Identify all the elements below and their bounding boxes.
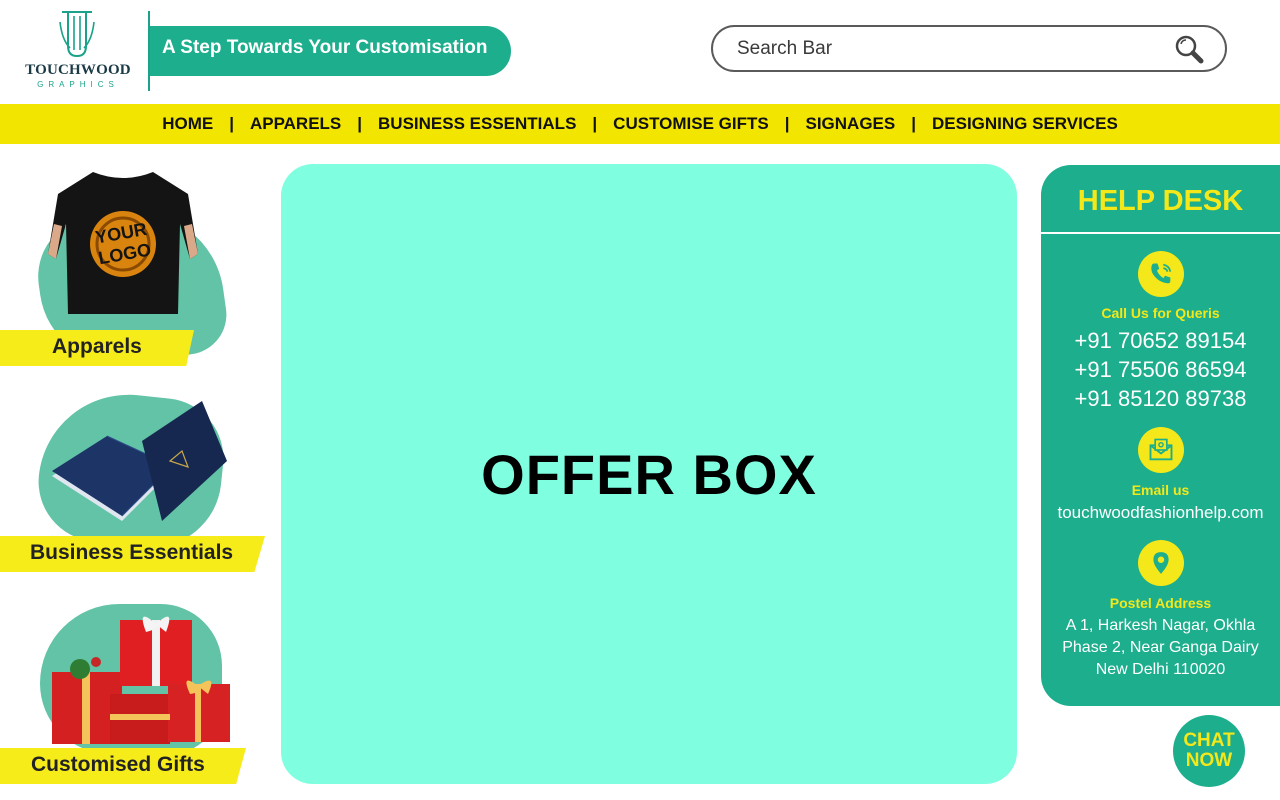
address-line: A 1, Harkesh Nagar, Okhla <box>1065 617 1256 634</box>
help-desk-title: HELP DESK <box>1077 185 1244 217</box>
nav-item-apparels[interactable]: APPARELS <box>250 114 341 134</box>
chat-label-line1: CHAT <box>1183 730 1235 751</box>
email-address[interactable]: touchwoodfashionhelp.com <box>1041 502 1280 524</box>
brand-subname: GRAPHICS <box>37 80 119 89</box>
search-input[interactable] <box>737 37 1157 61</box>
nav-separator: | <box>911 114 916 133</box>
brand-name: TOUCHWOOD <box>25 62 131 78</box>
help-desk-panel: HELP DESK Call Us for Queris +91 70652 8… <box>1041 165 1280 706</box>
category-apparels[interactable]: YOUR LOGO Apparels <box>0 160 240 374</box>
email-icon <box>1138 427 1184 473</box>
email-label: Email us <box>1131 482 1190 498</box>
category-business-essentials[interactable]: Business Essentials <box>0 385 270 575</box>
business-cards-image <box>52 401 227 521</box>
chat-now-button[interactable]: CHAT NOW <box>1173 715 1245 787</box>
location-pin-icon <box>1138 540 1184 586</box>
main-nav: HOME | APPARELS | BUSINESS ESSENTIALS | … <box>0 104 1280 144</box>
nav-item-home[interactable]: HOME <box>162 114 213 134</box>
logo-mark-icon <box>59 11 95 58</box>
phone-number[interactable]: +91 85120 89738 <box>1041 386 1280 412</box>
tagline-banner: A Step Towards Your Customisation <box>150 26 511 76</box>
tshirt-image: YOUR LOGO <box>48 172 198 314</box>
nav-separator: | <box>784 114 790 133</box>
search-bar[interactable] <box>711 25 1227 72</box>
phone-number[interactable]: +91 75506 86594 <box>1041 357 1280 383</box>
chat-label-line2: NOW <box>1185 750 1233 771</box>
gifts-image <box>52 616 230 744</box>
nav-separator: | <box>229 114 234 133</box>
offer-box[interactable]: OFFER BOX <box>281 164 1017 784</box>
nav-item-business-essentials[interactable]: BUSINESS ESSENTIALS <box>378 114 576 134</box>
address-line: New Delhi 110020 <box>1095 661 1226 678</box>
call-label: Call Us for Queris <box>1101 305 1220 321</box>
nav-item-designing-services[interactable]: DESIGNING SERVICES <box>932 114 1118 134</box>
nav-item-customise-gifts[interactable]: CUSTOMISE GIFTS <box>613 114 769 134</box>
phone-icon <box>1138 251 1184 297</box>
nav-separator: | <box>592 114 598 133</box>
nav-item-signages[interactable]: SIGNAGES <box>805 114 895 134</box>
category-label[interactable]: Apparels <box>0 330 194 366</box>
nav-separator: | <box>357 114 363 133</box>
offer-title: OFFER BOX <box>481 442 817 506</box>
help-desk-divider <box>1041 232 1280 234</box>
search-icon[interactable] <box>1173 33 1205 65</box>
category-label[interactable]: Customised Gifts <box>0 748 246 784</box>
brand-logo[interactable]: TOUCHWOOD GRAPHICS <box>14 10 142 94</box>
category-customised-gifts[interactable]: Customised Gifts <box>0 600 250 790</box>
phone-number[interactable]: +91 70652 89154 <box>1041 328 1280 354</box>
address-label: Postel Address <box>1109 595 1212 611</box>
category-label[interactable]: Business Essentials <box>0 536 265 572</box>
address-line: Phase 2, Near Ganga Dairy <box>1062 639 1259 656</box>
